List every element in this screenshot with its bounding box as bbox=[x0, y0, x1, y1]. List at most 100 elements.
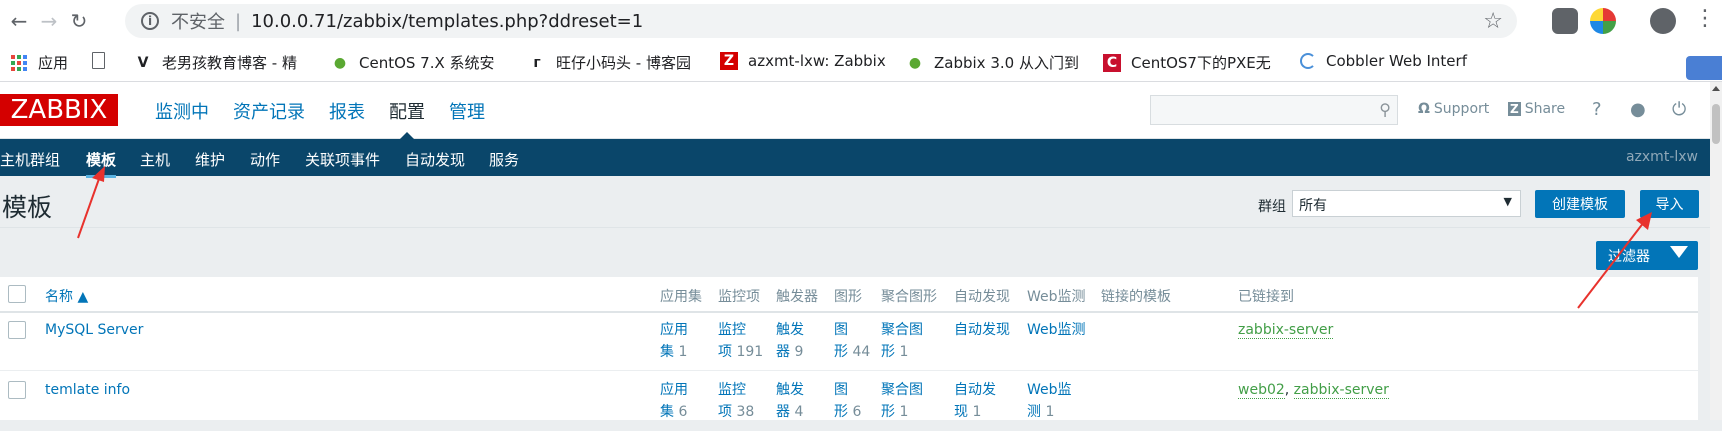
extension-globe-icon[interactable] bbox=[1590, 8, 1616, 34]
import-button[interactable]: 导入 bbox=[1640, 190, 1699, 218]
share-link[interactable]: Z Share bbox=[1508, 101, 1565, 117]
template-name-link[interactable]: MySQL Server bbox=[45, 319, 143, 341]
discovery-link[interactable]: 自动发现 bbox=[954, 319, 1010, 341]
bookmark-centos-install[interactable]: ● CentOS 7.X 系统安 bbox=[331, 52, 495, 73]
header-applications: 应用集 bbox=[660, 289, 702, 305]
menu-administration[interactable]: 管理 bbox=[437, 82, 497, 139]
reload-icon[interactable]: ↻ bbox=[64, 6, 94, 36]
chevron-down-icon: ▼ bbox=[1503, 195, 1512, 208]
bookmark-azxmt[interactable]: Z azxmt-lxw: Zabbix bbox=[720, 52, 886, 70]
page-scrollbar[interactable] bbox=[1710, 82, 1722, 420]
v-logo-icon: V bbox=[137, 54, 149, 71]
submenu-correlation[interactable]: 关联项事件 bbox=[305, 149, 380, 170]
linked-host-link[interactable]: zabbix-server bbox=[1293, 382, 1389, 399]
submenu-discovery[interactable]: 自动发现 bbox=[405, 149, 465, 170]
scroll-up-arrow-icon[interactable] bbox=[1712, 86, 1720, 91]
search-input[interactable]: ⚲ bbox=[1150, 95, 1398, 125]
header-discovery: 自动发现 bbox=[954, 289, 1010, 305]
create-template-button[interactable]: 创建模板 bbox=[1535, 190, 1625, 218]
applications-link[interactable]: 应用 集 6 bbox=[660, 379, 688, 423]
header-name[interactable]: 名称 ▲ bbox=[45, 286, 88, 306]
menu-configuration[interactable]: 配置 bbox=[377, 82, 437, 139]
bookmark-wangzai[interactable]: г 旺仔小码头 - 博客园 bbox=[528, 52, 691, 73]
bookmark-apps[interactable]: 应用 bbox=[10, 52, 68, 73]
web-link[interactable]: Web监 测 1 bbox=[1027, 379, 1072, 423]
headset-icon: Ω bbox=[1418, 101, 1430, 117]
url-text[interactable]: 10.0.0.71/zabbix/templates.php?ddreset=1 bbox=[251, 11, 643, 32]
profile-avatar-icon[interactable] bbox=[1650, 8, 1676, 34]
table-row: temlate info 应用 集 6 监控 项 38 触发 器 4 图 形 6… bbox=[0, 373, 1698, 431]
linked-host-link[interactable]: zabbix-server bbox=[1238, 319, 1334, 341]
submenu-actions[interactable]: 动作 bbox=[250, 149, 280, 170]
templates-table: 名称 ▲ 应用集 监控项 触发器 图形 聚合图形 自动发现 Web监测 链接的模… bbox=[0, 277, 1698, 431]
frog-icon: ● bbox=[908, 54, 922, 71]
page-title: 模板 bbox=[2, 193, 53, 222]
info-icon[interactable]: i bbox=[141, 12, 159, 30]
frog-icon: ● bbox=[333, 54, 347, 71]
logout-icon[interactable]: ⏻ bbox=[1672, 99, 1686, 120]
submenu-services[interactable]: 服务 bbox=[489, 149, 519, 170]
group-select[interactable]: 所有 ▼ bbox=[1292, 190, 1521, 217]
table-row: MySQL Server 应用 集 1 监控 项 191 触发 器 9 图 形 … bbox=[0, 313, 1698, 371]
header-linked-to: 已链接到 bbox=[1238, 289, 1294, 305]
filter-button[interactable]: 过滤器 bbox=[1596, 241, 1698, 270]
header-web: Web监测 bbox=[1027, 289, 1086, 305]
triggers-link[interactable]: 触发 器 4 bbox=[776, 379, 804, 423]
bookmark-zabbix-guide[interactable]: ● Zabbix 3.0 从入门到 bbox=[906, 52, 1079, 73]
group-select-value: 所有 bbox=[1299, 198, 1327, 214]
discovery-link[interactable]: 自动发 现 1 bbox=[954, 379, 996, 423]
submenu-hosts[interactable]: 主机 bbox=[140, 149, 170, 170]
linked-host-link[interactable]: web02 bbox=[1238, 382, 1285, 399]
bookmark-pxe[interactable]: C CentOS7下的PXE无 bbox=[1103, 52, 1271, 73]
support-link[interactable]: Ω Support bbox=[1418, 101, 1489, 117]
bookmark-cobbler[interactable]: Cobbler Web Interf bbox=[1300, 52, 1467, 70]
forward-arrow-icon[interactable]: → bbox=[34, 6, 64, 36]
bookmark-oldboy[interactable]: V 老男孩教育博客 - 精 bbox=[134, 52, 297, 73]
filter-label: 过滤器 bbox=[1608, 248, 1650, 265]
share-z-icon: Z bbox=[1508, 102, 1521, 116]
menu-monitoring[interactable]: 监测中 bbox=[143, 82, 221, 139]
submenu-maintenance[interactable]: 维护 bbox=[195, 149, 225, 170]
filter-funnel-icon bbox=[1670, 246, 1688, 258]
row-checkbox[interactable] bbox=[8, 321, 26, 339]
linked-hosts: web02, zabbix-server bbox=[1238, 382, 1389, 399]
web-link[interactable]: Web监测 bbox=[1027, 319, 1086, 341]
items-link[interactable]: 监控 项 191 bbox=[718, 319, 763, 363]
back-arrow-icon[interactable]: ← bbox=[4, 6, 34, 36]
menu-inventory[interactable]: 资产记录 bbox=[221, 82, 317, 139]
browser-toolbar: ← → ↻ i 不安全 | 10.0.0.71/zabbix/templates… bbox=[0, 0, 1722, 42]
graphs-link[interactable]: 图 形 6 bbox=[834, 379, 861, 423]
help-icon[interactable]: ? bbox=[1592, 99, 1602, 120]
bookmark-page[interactable] bbox=[92, 52, 115, 69]
extension-popup-icon[interactable] bbox=[1686, 56, 1722, 80]
submenu-templates[interactable]: 模板 bbox=[86, 149, 117, 178]
extension-icon[interactable] bbox=[1552, 8, 1578, 34]
graphs-link[interactable]: 图 形 44 bbox=[834, 319, 870, 363]
screens-link[interactable]: 聚合图 形 1 bbox=[881, 319, 923, 363]
user-profile-icon[interactable]: ● bbox=[1630, 99, 1646, 120]
apps-grid-icon bbox=[10, 54, 28, 72]
z-logo-icon: Z bbox=[720, 52, 738, 70]
row-checkbox[interactable] bbox=[8, 381, 26, 399]
triggers-link[interactable]: 触发 器 9 bbox=[776, 319, 804, 363]
template-name-link[interactable]: temlate info bbox=[45, 379, 130, 401]
cobbler-icon bbox=[1300, 53, 1316, 69]
sub-menu: 主机群组 模板 主机 维护 动作 关联项事件 自动发现 服务 azxmt-lxw bbox=[0, 139, 1710, 178]
address-bar[interactable]: i 不安全 | 10.0.0.71/zabbix/templates.php?d… bbox=[125, 4, 1517, 38]
select-all-checkbox[interactable] bbox=[8, 285, 26, 303]
zabbix-logo[interactable]: ZABBIX bbox=[0, 94, 118, 126]
submenu-host-groups[interactable]: 主机群组 bbox=[0, 149, 60, 170]
browser-menu-icon[interactable]: ⋮ bbox=[1694, 6, 1716, 31]
screens-link[interactable]: 聚合图 形 1 bbox=[881, 379, 923, 423]
search-icon[interactable]: ⚲ bbox=[1379, 100, 1391, 119]
table-header: 名称 ▲ 应用集 监控项 触发器 图形 聚合图形 自动发现 Web监测 链接的模… bbox=[0, 277, 1698, 313]
group-label: 群组 bbox=[1258, 199, 1286, 215]
scrollbar-thumb[interactable] bbox=[1712, 104, 1720, 144]
items-link[interactable]: 监控 项 38 bbox=[718, 379, 754, 423]
applications-link[interactable]: 应用 集 1 bbox=[660, 319, 688, 363]
menu-reports[interactable]: 报表 bbox=[317, 82, 377, 139]
divider bbox=[0, 227, 1710, 228]
bookmark-star-icon[interactable]: ☆ bbox=[1483, 9, 1503, 34]
insecure-label: 不安全 bbox=[171, 12, 225, 33]
url-separator: | bbox=[235, 10, 242, 32]
